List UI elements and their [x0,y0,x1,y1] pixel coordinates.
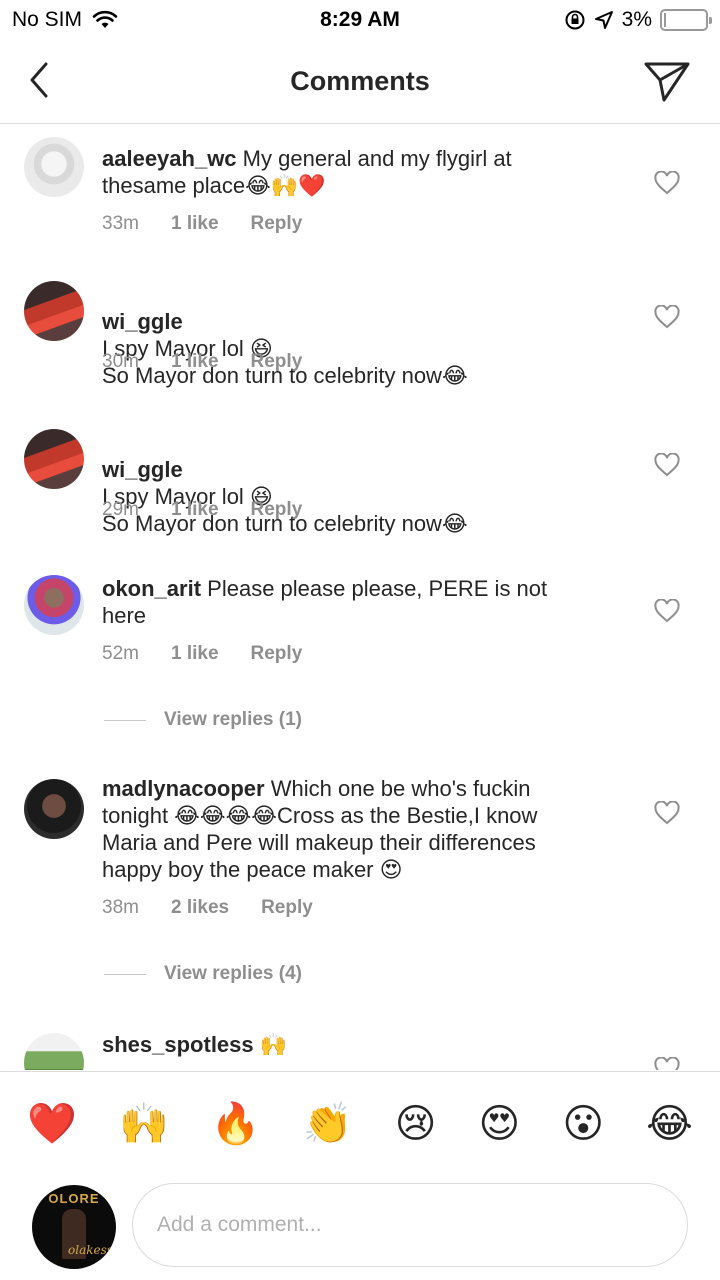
comment-username[interactable]: wi_ggle [102,457,183,482]
heart-icon[interactable] [654,801,680,825]
comment-likes[interactable]: 1 like [171,213,219,235]
battery-percent: 3% [621,8,652,31]
avatar[interactable] [24,137,84,197]
avatar[interactable] [24,1033,84,1070]
comment-meta: 30m 1 like Reply [102,351,302,373]
status-bar: No SIM 8:29 AM 3% [0,0,720,40]
comment-meta: 52m 1 like Reply [102,643,302,665]
heart-icon[interactable] [654,1057,680,1070]
comment-username[interactable]: madlynacooper [102,776,265,801]
comment-time: 38m [102,897,139,918]
comment-meta: 38m 2 likes Reply [102,897,313,919]
emoji-clapping-button[interactable]: 👏 [303,1102,353,1146]
location-icon [594,11,613,29]
comment-time: 52m [102,643,139,664]
comment-meta: 29m 1 like Reply [102,499,302,521]
comment-body: madlynacooper Which one be who's fuckin … [102,775,592,883]
emoji-fire-button[interactable]: 🔥 [211,1102,261,1146]
comment-likes[interactable]: 1 like [171,499,219,521]
comment-likes[interactable]: 1 like [171,643,219,665]
avatar[interactable] [24,429,84,489]
battery-fill [664,13,666,27]
current-user-avatar: OLORE olakess [32,1185,116,1269]
avatar-signature: olakess [68,1243,113,1257]
comment-composer: OLORE olakess [0,1180,720,1280]
status-right: 3% [564,8,712,32]
emoji-laughing-button[interactable]: 😂 [646,1102,693,1146]
comment-input[interactable] [133,1184,687,1266]
emoji-heart-button[interactable]: ❤️ [27,1102,77,1146]
comment-time: 33m [102,213,139,234]
comment-username[interactable]: shes_spotless [102,1032,254,1057]
quick-emoji-bar: ❤️ 🙌 🔥 👏 😢 😍 😮 😂 [0,1071,720,1175]
battery-icon [660,9,712,31]
comment-username[interactable]: aaleeyah_wc [102,146,237,171]
heart-icon[interactable] [654,305,680,329]
heart-icon[interactable] [654,171,680,195]
comment-likes[interactable]: 1 like [171,351,219,373]
comments-list: aaleeyah_wc My general and my flygirl at… [0,125,720,1070]
comment-body: okon_arit Please please please, PERE is … [102,575,592,629]
comment-username[interactable]: wi_ggle [102,309,183,334]
comment-time: 29m [102,499,139,520]
view-replies-label[interactable]: View replies (1) [164,709,302,731]
reply-button[interactable]: Reply [251,499,303,521]
page-title: Comments [290,66,430,96]
heart-icon[interactable] [654,453,680,477]
emoji-heart-eyes-button[interactable]: 😍 [479,1102,521,1146]
reply-button[interactable]: Reply [251,351,303,373]
orientation-lock-icon [565,10,585,30]
view-replies-button[interactable]: View replies (1) [104,709,302,731]
view-replies-button[interactable]: View replies (4) [104,963,302,985]
view-replies-line [104,719,146,721]
reply-button[interactable]: Reply [261,897,313,919]
comment-input-box[interactable] [132,1183,688,1267]
avatar[interactable] [24,575,84,635]
comment-body: shes_spotless 🙌 [102,1031,592,1058]
view-replies-line [104,973,146,975]
heart-icon[interactable] [654,599,680,623]
reply-button[interactable]: Reply [251,643,303,665]
view-replies-label[interactable]: View replies (4) [164,963,302,985]
send-direct-icon[interactable] [642,56,692,106]
emoji-surprised-button[interactable]: 😮 [562,1102,604,1146]
avatar[interactable] [24,779,84,839]
comment-username[interactable]: okon_arit [102,576,201,601]
comment-body: aaleeyah_wc My general and my flygirl at… [102,145,592,199]
reply-button[interactable]: Reply [251,213,303,235]
emoji-raised-hands-button[interactable]: 🙌 [119,1102,169,1146]
comment-meta: 33m 1 like Reply [102,213,302,235]
avatar[interactable] [24,281,84,341]
comment-text: 🙌 [259,1032,288,1057]
comment-time: 30m [102,351,139,372]
comment-likes[interactable]: 2 likes [171,897,229,919]
nav-header: Comments [0,40,720,124]
avatar-logo-text: OLORE [48,1191,100,1206]
emoji-crying-button[interactable]: 😢 [395,1102,437,1146]
